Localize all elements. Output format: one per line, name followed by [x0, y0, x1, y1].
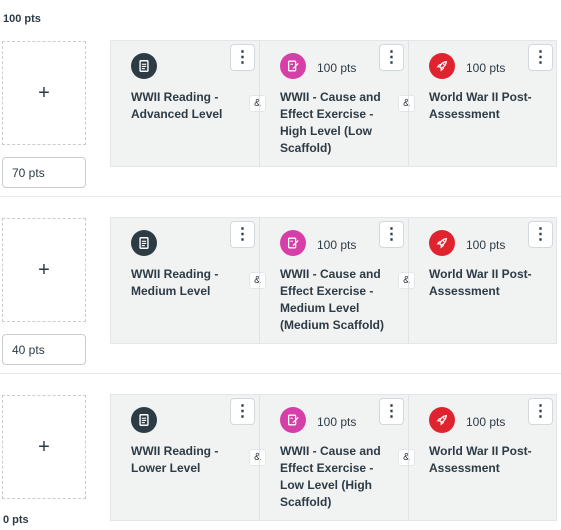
score-threshold-input[interactable]	[2, 334, 86, 365]
add-assignment-button[interactable]: +	[2, 395, 86, 499]
assignment-points: 100 pts	[466, 415, 506, 429]
assignment-title[interactable]: WWII Reading - Advanced Level	[131, 89, 243, 123]
assignment-points: 100 pts	[466, 61, 506, 75]
assignment-options-button[interactable]: ⋮	[230, 398, 255, 425]
assignment-set: WWII Reading - Medium Level ⋮ & 100 pts …	[110, 217, 557, 344]
assignment-card: 100 pts World War II Post-Assessment ⋮	[408, 218, 557, 343]
assignment-icon	[131, 53, 157, 79]
score-threshold-input[interactable]	[2, 157, 86, 188]
mastery-range-section: + WWII Reading - Advanced Level ⋮ & 100 …	[0, 40, 561, 208]
assignment-options-button[interactable]: ⋮	[230, 221, 255, 248]
assignment-title[interactable]: WWII - Cause and Effect Exercise - High …	[280, 89, 392, 157]
assignment-card: 100 pts WWII - Cause and Effect Exercise…	[259, 41, 408, 166]
assignment-card: 100 pts World War II Post-Assessment ⋮	[408, 395, 557, 520]
assignment-card: WWII Reading - Advanced Level ⋮	[111, 41, 259, 166]
assignment-options-button[interactable]: ⋮	[528, 44, 553, 71]
quiz-icon	[280, 53, 306, 79]
rocket-icon	[429, 407, 455, 433]
assignment-title[interactable]: WWII - Cause and Effect Exercise - Low L…	[280, 443, 392, 511]
assignment-set: WWII Reading - Advanced Level ⋮ & 100 pt…	[110, 40, 557, 167]
assignment-points: 100 pts	[317, 415, 357, 429]
assignment-card: WWII Reading - Lower Level ⋮	[111, 395, 259, 520]
assignment-title[interactable]: World War II Post-Assessment	[429, 443, 541, 477]
assignment-set: WWII Reading - Lower Level ⋮ & 100 pts W…	[110, 394, 557, 521]
mastery-range-section: + WWII Reading - Medium Level ⋮ & 100 pt…	[0, 217, 561, 385]
assignment-title[interactable]: WWII - Cause and Effect Exercise - Mediu…	[280, 266, 392, 334]
assignment-options-button[interactable]: ⋮	[379, 221, 404, 248]
assignment-card: 100 pts WWII - Cause and Effect Exercise…	[259, 395, 408, 520]
assignment-options-button[interactable]: ⋮	[528, 221, 553, 248]
score-label-top: 100 pts	[3, 13, 41, 25]
assignment-title[interactable]: WWII Reading - Lower Level	[131, 443, 243, 477]
assignment-icon	[131, 407, 157, 433]
mastery-range-section: + WWII Reading - Lower Level ⋮ & 100 pts…	[0, 394, 561, 521]
assignment-icon	[131, 230, 157, 256]
rocket-icon	[429, 230, 455, 256]
rocket-icon	[429, 53, 455, 79]
assignment-points: 100 pts	[317, 61, 357, 75]
assignment-title[interactable]: WWII Reading - Medium Level	[131, 266, 243, 300]
assignment-options-button[interactable]: ⋮	[528, 398, 553, 425]
assignment-points: 100 pts	[317, 238, 357, 252]
assignment-points: 100 pts	[466, 238, 506, 252]
assignment-options-button[interactable]: ⋮	[379, 44, 404, 71]
assignment-card: 100 pts World War II Post-Assessment ⋮	[408, 41, 557, 166]
assignment-card: WWII Reading - Medium Level ⋮	[111, 218, 259, 343]
add-assignment-button[interactable]: +	[2, 41, 86, 145]
add-assignment-button[interactable]: +	[2, 218, 86, 322]
assignment-options-button[interactable]: ⋮	[379, 398, 404, 425]
assignment-title[interactable]: World War II Post-Assessment	[429, 266, 541, 300]
assignment-card: 100 pts WWII - Cause and Effect Exercise…	[259, 218, 408, 343]
assignment-options-button[interactable]: ⋮	[230, 44, 255, 71]
quiz-icon	[280, 230, 306, 256]
score-label-bottom: 0 pts	[3, 514, 29, 526]
quiz-icon	[280, 407, 306, 433]
assignment-title[interactable]: World War II Post-Assessment	[429, 89, 541, 123]
